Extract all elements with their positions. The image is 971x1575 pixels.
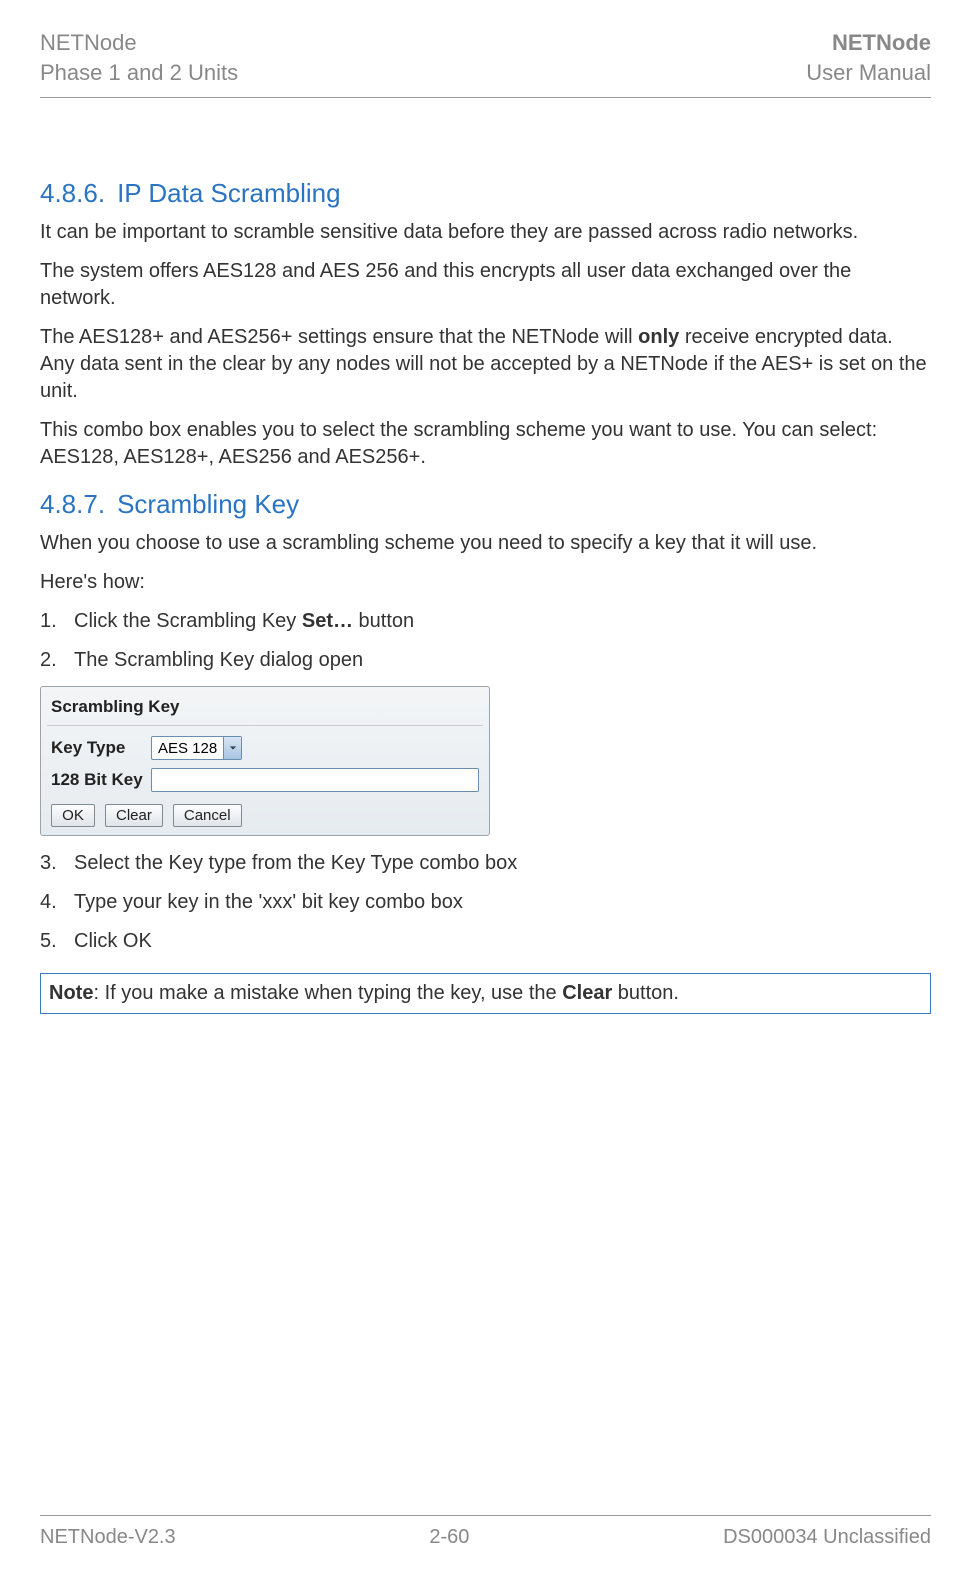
chevron-down-icon[interactable] bbox=[223, 737, 241, 759]
step-number: 3. bbox=[40, 850, 74, 877]
header-left-line1: NETNode bbox=[40, 30, 137, 55]
paragraph: When you choose to use a scrambling sche… bbox=[40, 530, 931, 557]
step-number: 4. bbox=[40, 889, 74, 916]
header-left: NETNode Phase 1 and 2 Units bbox=[40, 28, 238, 87]
footer-left: NETNode-V2.3 bbox=[40, 1526, 176, 1549]
paragraph: This combo box enables you to select the… bbox=[40, 417, 931, 471]
list-item: 2. The Scrambling Key dialog open bbox=[40, 647, 931, 674]
text-bold: Set… bbox=[302, 610, 353, 632]
heading-number: 4.8.7. bbox=[40, 489, 105, 519]
dialog-button-row: OK Clear Cancel bbox=[47, 796, 483, 827]
bit-key-input[interactable] bbox=[151, 768, 479, 792]
text-run: button bbox=[353, 610, 414, 632]
text-run: : If you make a mistake when typing the … bbox=[93, 982, 562, 1004]
step-text: Select the Key type from the Key Type co… bbox=[74, 850, 931, 877]
text-bold: Clear bbox=[562, 982, 612, 1004]
scrambling-key-dialog: Scrambling Key Key Type AES 128 128 Bit … bbox=[40, 686, 490, 836]
text-run: The AES128+ and AES256+ settings ensure … bbox=[40, 326, 638, 348]
step-text: The Scrambling Key dialog open bbox=[74, 647, 931, 674]
section-scrambling-key: 4.8.7. Scrambling Key When you choose to … bbox=[40, 489, 931, 1014]
step-number: 2. bbox=[40, 647, 74, 674]
footer-center: 2-60 bbox=[429, 1526, 469, 1549]
section-ip-data-scrambling: 4.8.6. IP Data Scrambling It can be impor… bbox=[40, 178, 931, 471]
note-text: Note: If you make a mistake when typing … bbox=[49, 980, 922, 1007]
step-number: 5. bbox=[40, 928, 74, 955]
key-type-row: Key Type AES 128 bbox=[47, 732, 483, 764]
step-text: Type your key in the 'xxx' bit key combo… bbox=[74, 889, 931, 916]
bit-key-label: 128 Bit Key bbox=[51, 770, 151, 790]
list-item: 4. Type your key in the 'xxx' bit key co… bbox=[40, 889, 931, 916]
list-item: 5. Click OK bbox=[40, 928, 931, 955]
header-right-line2: User Manual bbox=[806, 60, 931, 85]
paragraph: It can be important to scramble sensitiv… bbox=[40, 219, 931, 246]
clear-button[interactable]: Clear bbox=[105, 804, 163, 827]
paragraph: The system offers AES128 and AES 256 and… bbox=[40, 258, 931, 312]
bit-key-row: 128 Bit Key bbox=[47, 764, 483, 796]
list-item: 3. Select the Key type from the Key Type… bbox=[40, 850, 931, 877]
text-run: Click the Scrambling Key bbox=[74, 610, 302, 632]
steps-list-cont: 3. Select the Key type from the Key Type… bbox=[40, 850, 931, 955]
key-type-value: AES 128 bbox=[152, 740, 223, 757]
page-header: NETNode Phase 1 and 2 Units NETNode User… bbox=[40, 28, 931, 98]
heading-title: Scrambling Key bbox=[117, 489, 299, 519]
text-bold: only bbox=[638, 326, 679, 348]
dialog-title: Scrambling Key bbox=[47, 691, 483, 726]
heading-ip-data-scrambling: 4.8.6. IP Data Scrambling bbox=[40, 178, 931, 209]
step-text: Click the Scrambling Key Set… button bbox=[74, 608, 931, 635]
key-type-combo[interactable]: AES 128 bbox=[151, 736, 242, 760]
header-right: NETNode User Manual bbox=[806, 28, 931, 87]
note-box: Note: If you make a mistake when typing … bbox=[40, 973, 931, 1014]
steps-list: 1. Click the Scrambling Key Set… button … bbox=[40, 608, 931, 674]
page-footer: NETNode-V2.3 2-60 DS000034 Unclassified bbox=[40, 1515, 931, 1549]
heading-number: 4.8.6. bbox=[40, 178, 105, 208]
header-right-line1: NETNode bbox=[832, 30, 931, 55]
ok-button[interactable]: OK bbox=[51, 804, 95, 827]
heading-title: IP Data Scrambling bbox=[117, 178, 341, 208]
paragraph: Here's how: bbox=[40, 569, 931, 596]
paragraph: The AES128+ and AES256+ settings ensure … bbox=[40, 324, 931, 405]
cancel-button[interactable]: Cancel bbox=[173, 804, 242, 827]
text-run: button. bbox=[612, 982, 679, 1004]
key-type-label: Key Type bbox=[51, 738, 151, 758]
step-text: Click OK bbox=[74, 928, 931, 955]
header-left-line2: Phase 1 and 2 Units bbox=[40, 60, 238, 85]
note-label: Note bbox=[49, 982, 93, 1004]
heading-scrambling-key: 4.8.7. Scrambling Key bbox=[40, 489, 931, 520]
list-item: 1. Click the Scrambling Key Set… button bbox=[40, 608, 931, 635]
footer-right: DS000034 Unclassified bbox=[723, 1526, 931, 1549]
step-number: 1. bbox=[40, 608, 74, 635]
